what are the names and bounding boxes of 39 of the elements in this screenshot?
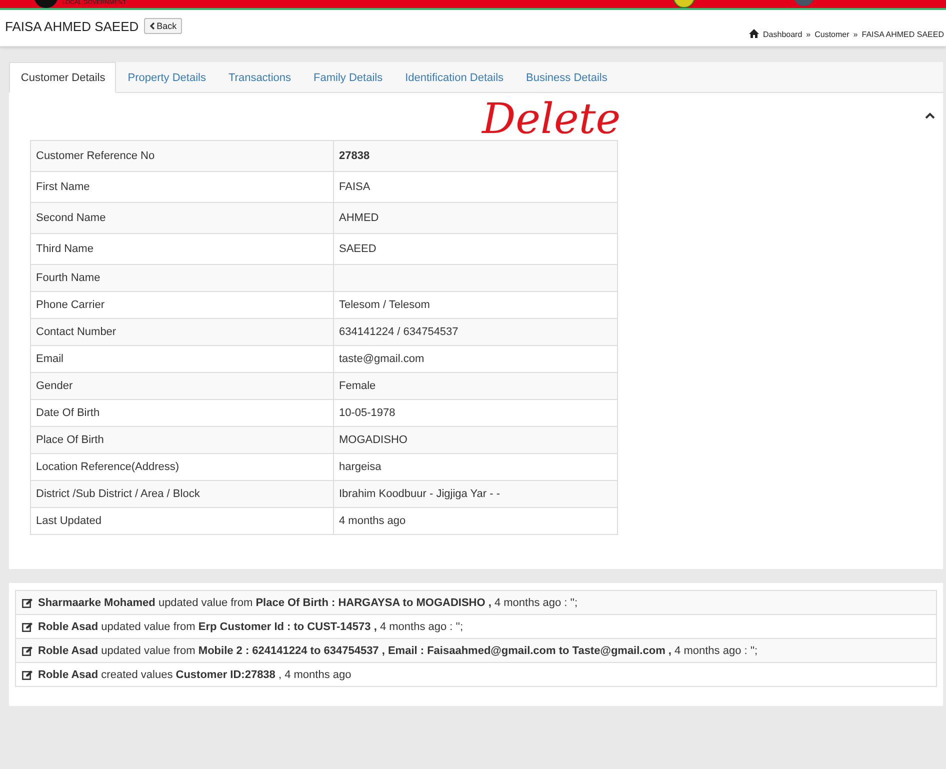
back-button[interactable]: Back bbox=[144, 18, 182, 34]
edit-icon bbox=[22, 622, 33, 632]
history-entry: Roble Asad updated value from Mobile 2 : 624141224 to 634754537 , Email : Faisaahmed@gmail.com to Taste@gmail.com , 4 months ago : ''; bbox=[38, 644, 758, 656]
field-label: Customer Reference No bbox=[30, 140, 334, 172]
edit-icon bbox=[22, 598, 33, 608]
field-value: 27838 bbox=[334, 140, 618, 172]
chevron-left-icon bbox=[148, 22, 155, 30]
field-value: 4 months ago bbox=[334, 508, 618, 534]
edit-icon bbox=[22, 670, 33, 680]
history-entry: Sharmaarke Mohamed updated value from Place Of Birth : HARGAYSA to MOGADISHO , 4 months ago : ''; bbox=[38, 596, 578, 608]
tab[interactable]: Identification Details bbox=[393, 62, 514, 93]
tab[interactable]: Property Details bbox=[116, 62, 217, 93]
tab[interactable]: Transactions bbox=[216, 62, 302, 93]
collapse-caret-icon[interactable] bbox=[925, 112, 935, 119]
breadcrumb-link[interactable]: Dashboard bbox=[763, 30, 802, 39]
field-label: Contact Number bbox=[30, 318, 334, 346]
field-value: MOGADISHO bbox=[334, 426, 618, 454]
field-value: Ibrahim Koodbuur - Jigjiga Yar - - bbox=[334, 480, 618, 508]
history-entry: Roble Asad created values Customer ID:27838 , 4 months ago bbox=[38, 668, 352, 680]
handwritten-annotation: Delete bbox=[482, 98, 621, 140]
home-icon bbox=[749, 29, 760, 38]
page-title: FAISA AHMED SAEED bbox=[5, 18, 139, 34]
field-value: AHMED bbox=[334, 202, 618, 234]
field-label: Place Of Birth bbox=[30, 426, 334, 454]
tab[interactable]: Customer Details bbox=[9, 62, 116, 93]
edit-icon bbox=[22, 646, 33, 656]
tab[interactable]: Family Details bbox=[302, 62, 394, 93]
breadcrumb-link[interactable]: Customer bbox=[814, 30, 850, 39]
field-label: Gender bbox=[30, 372, 334, 400]
field-label: Fourth Name bbox=[30, 264, 334, 292]
field-value: 634141224 / 634754537 bbox=[334, 318, 618, 346]
history-entry: Roble Asad updated value from Erp Customer Id : to CUST-14573 , 4 months ago : ''; bbox=[38, 620, 464, 632]
field-label: District /Sub District / Area / Block bbox=[30, 480, 334, 508]
field-label: Last Updated bbox=[30, 508, 334, 534]
breadcrumb-separator: » bbox=[853, 30, 858, 39]
field-value: Female bbox=[334, 372, 618, 400]
field-label: Second Name bbox=[30, 202, 334, 234]
breadcrumb-separator: » bbox=[806, 30, 811, 39]
tab[interactable]: Business Details bbox=[514, 62, 618, 93]
